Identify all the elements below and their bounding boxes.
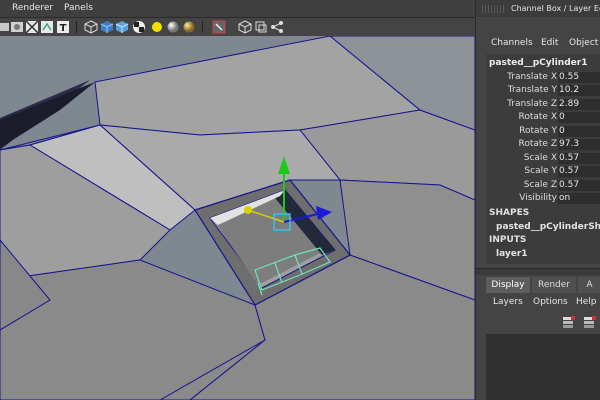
attr-value[interactable]: on — [558, 193, 600, 204]
attr-label: Translate Y — [507, 85, 557, 95]
toolbar-separator — [202, 21, 203, 33]
light-icon[interactable] — [150, 20, 164, 34]
wireframe-icon[interactable] — [40, 20, 54, 34]
shaded-cube-icon[interactable] — [100, 20, 114, 34]
attr-scale-z[interactable]: Scale Z 0.57 — [486, 179, 600, 192]
attr-value[interactable]: 10.2 — [558, 85, 600, 96]
checker-icon[interactable] — [132, 20, 146, 34]
xray-icon[interactable] — [238, 20, 252, 34]
toolbar-separator — [76, 21, 77, 33]
attr-label: Rotate X — [518, 112, 558, 122]
grid-icon[interactable] — [25, 20, 39, 34]
attr-rotate-z[interactable]: Rotate Z 97.3 — [486, 138, 600, 151]
menu-renderer[interactable]: Renderer — [12, 3, 53, 13]
film-gate-icon[interactable] — [10, 20, 24, 34]
attr-label: Translate X — [507, 72, 557, 82]
attr-label: Scale X — [523, 153, 557, 163]
attr-label: Rotate Y — [519, 126, 557, 136]
panel-splitter[interactable] — [476, 268, 600, 275]
texture-icon[interactable]: T — [56, 20, 70, 34]
attr-rotate-y[interactable]: Rotate Y 0 — [486, 125, 600, 138]
tab-render[interactable]: Render — [532, 277, 576, 293]
viewport-toolbar: T — [0, 18, 475, 37]
viewport-panel[interactable]: Renderer Panels T — [0, 0, 475, 400]
xray-joint-icon[interactable] — [254, 20, 268, 34]
menu-channels[interactable]: Channels — [491, 38, 533, 48]
menu-panels[interactable]: Panels — [64, 3, 93, 13]
attr-value[interactable]: 0 — [558, 112, 600, 123]
attr-value[interactable]: 97.3 — [558, 139, 600, 150]
viewport-menubar: Renderer Panels — [0, 0, 475, 18]
menu-edit[interactable]: Edit — [541, 38, 558, 48]
attr-scale-x[interactable]: Scale X 0.57 — [486, 152, 600, 165]
scene-canvas[interactable] — [0, 36, 475, 400]
attr-visibility[interactable]: Visibility on — [486, 192, 600, 205]
x-axis-handle — [244, 206, 252, 214]
layer-list[interactable] — [486, 334, 600, 400]
attr-translate-x[interactable]: Translate X 0.55 — [486, 71, 600, 84]
input-node-name[interactable]: layer1 — [496, 249, 528, 259]
textured-cube-icon[interactable] — [115, 20, 129, 34]
shapes-header: SHAPES — [489, 208, 530, 218]
attr-rotate-x[interactable]: Rotate X 0 — [486, 111, 600, 124]
attr-value[interactable]: 0 — [558, 126, 600, 137]
channel-box-title: Channel Box / Layer Editor — [511, 4, 600, 13]
attr-value[interactable]: 0.57 — [558, 166, 600, 177]
layer-editor-icons — [486, 314, 600, 330]
inputs-header: INPUTS — [489, 235, 527, 245]
manipulator-icon[interactable] — [270, 20, 284, 34]
shadow-sphere-icon[interactable] — [182, 20, 196, 34]
new-layer-icon[interactable] — [561, 315, 577, 329]
menu-help[interactable]: Help — [576, 297, 597, 307]
menu-layers[interactable]: Layers — [493, 297, 523, 307]
attr-value[interactable]: 2.89 — [558, 99, 600, 110]
attr-scale-y[interactable]: Scale Y 0.57 — [486, 165, 600, 178]
attr-value[interactable]: 0.57 — [558, 153, 600, 164]
attr-label: Scale Y — [524, 166, 557, 176]
layer-editor-tabs: Display Render A — [486, 277, 600, 293]
channel-box-menu: Channels Edit Object — [476, 35, 600, 53]
cube-icon[interactable] — [84, 20, 98, 34]
shape-node-name[interactable]: pasted__pCylinderSha — [496, 222, 600, 232]
drag-grip-icon[interactable] — [482, 5, 504, 13]
attr-value[interactable]: 0.55 — [558, 72, 600, 83]
attr-label: Visibility — [519, 193, 557, 203]
attr-translate-y[interactable]: Translate Y 10.2 — [486, 84, 600, 97]
layer-editor-menu: Layers Options Help — [486, 296, 600, 310]
attr-label: Scale Z — [523, 180, 557, 190]
tab-anim[interactable]: A — [578, 277, 600, 293]
attr-value[interactable]: 0.57 — [558, 180, 600, 191]
channel-box-panel: Channel Box / Layer Editor Channels Edit… — [475, 0, 600, 400]
object-name[interactable]: pasted__pCylinder1 — [489, 58, 587, 68]
attr-label: Translate Z — [507, 99, 557, 109]
select-camera-icon[interactable] — [0, 20, 10, 34]
sphere-icon[interactable] — [166, 20, 180, 34]
new-layer-selected-icon[interactable] — [582, 315, 598, 329]
channel-box-body: pasted__pCylinder1 Translate X 0.55 Tran… — [486, 54, 600, 264]
isolate-select-icon[interactable] — [212, 20, 226, 34]
attr-translate-z[interactable]: Translate Z 2.89 — [486, 98, 600, 111]
menu-object[interactable]: Object — [569, 38, 598, 48]
svg-text:T: T — [60, 23, 67, 34]
attr-label: Rotate Z — [518, 139, 558, 149]
menu-options[interactable]: Options — [533, 297, 568, 307]
tab-display[interactable]: Display — [486, 277, 530, 293]
channel-box-titlebar: Channel Box / Layer Editor — [476, 0, 600, 17]
